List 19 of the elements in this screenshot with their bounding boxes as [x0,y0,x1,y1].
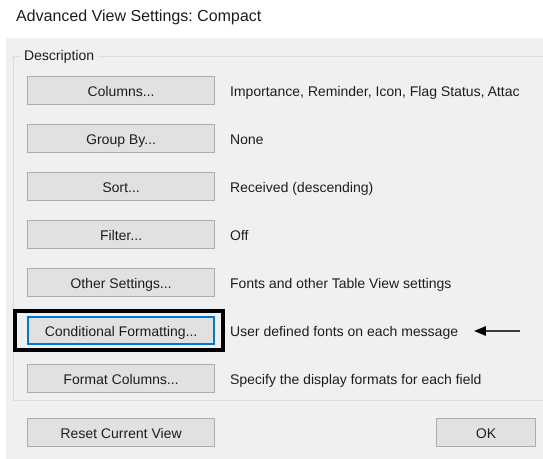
settings-button[interactable]: Columns... [27,76,215,105]
reset-button[interactable]: Reset Current View [27,418,215,447]
setting-description: Importance, Reminder, Icon, Flag Status, Attac [230,82,520,98]
setting-description: User defined fonts on each message [230,322,458,338]
setting-description: Fonts and other Table View settings [230,274,452,290]
window-title: Advanced View Settings: Compact [15,7,262,27]
setting-description: Received (descending) [230,178,374,194]
settings-button[interactable]: Group By... [27,124,215,153]
setting-description: Off [230,226,248,242]
setting-description: Specify the display formats for each field [230,370,482,386]
group-label: Description [20,47,98,63]
setting-description: None [230,130,264,146]
settings-button[interactable]: Conditional Formatting... [27,316,215,345]
ok-button[interactable]: OK [436,418,536,447]
arrow-drawing [474,324,520,336]
settings-button[interactable]: Filter... [27,220,215,249]
settings-button[interactable]: Other Settings... [27,268,215,297]
settings-button[interactable]: Sort... [27,172,215,201]
settings-button[interactable]: Format Columns... [27,364,215,393]
